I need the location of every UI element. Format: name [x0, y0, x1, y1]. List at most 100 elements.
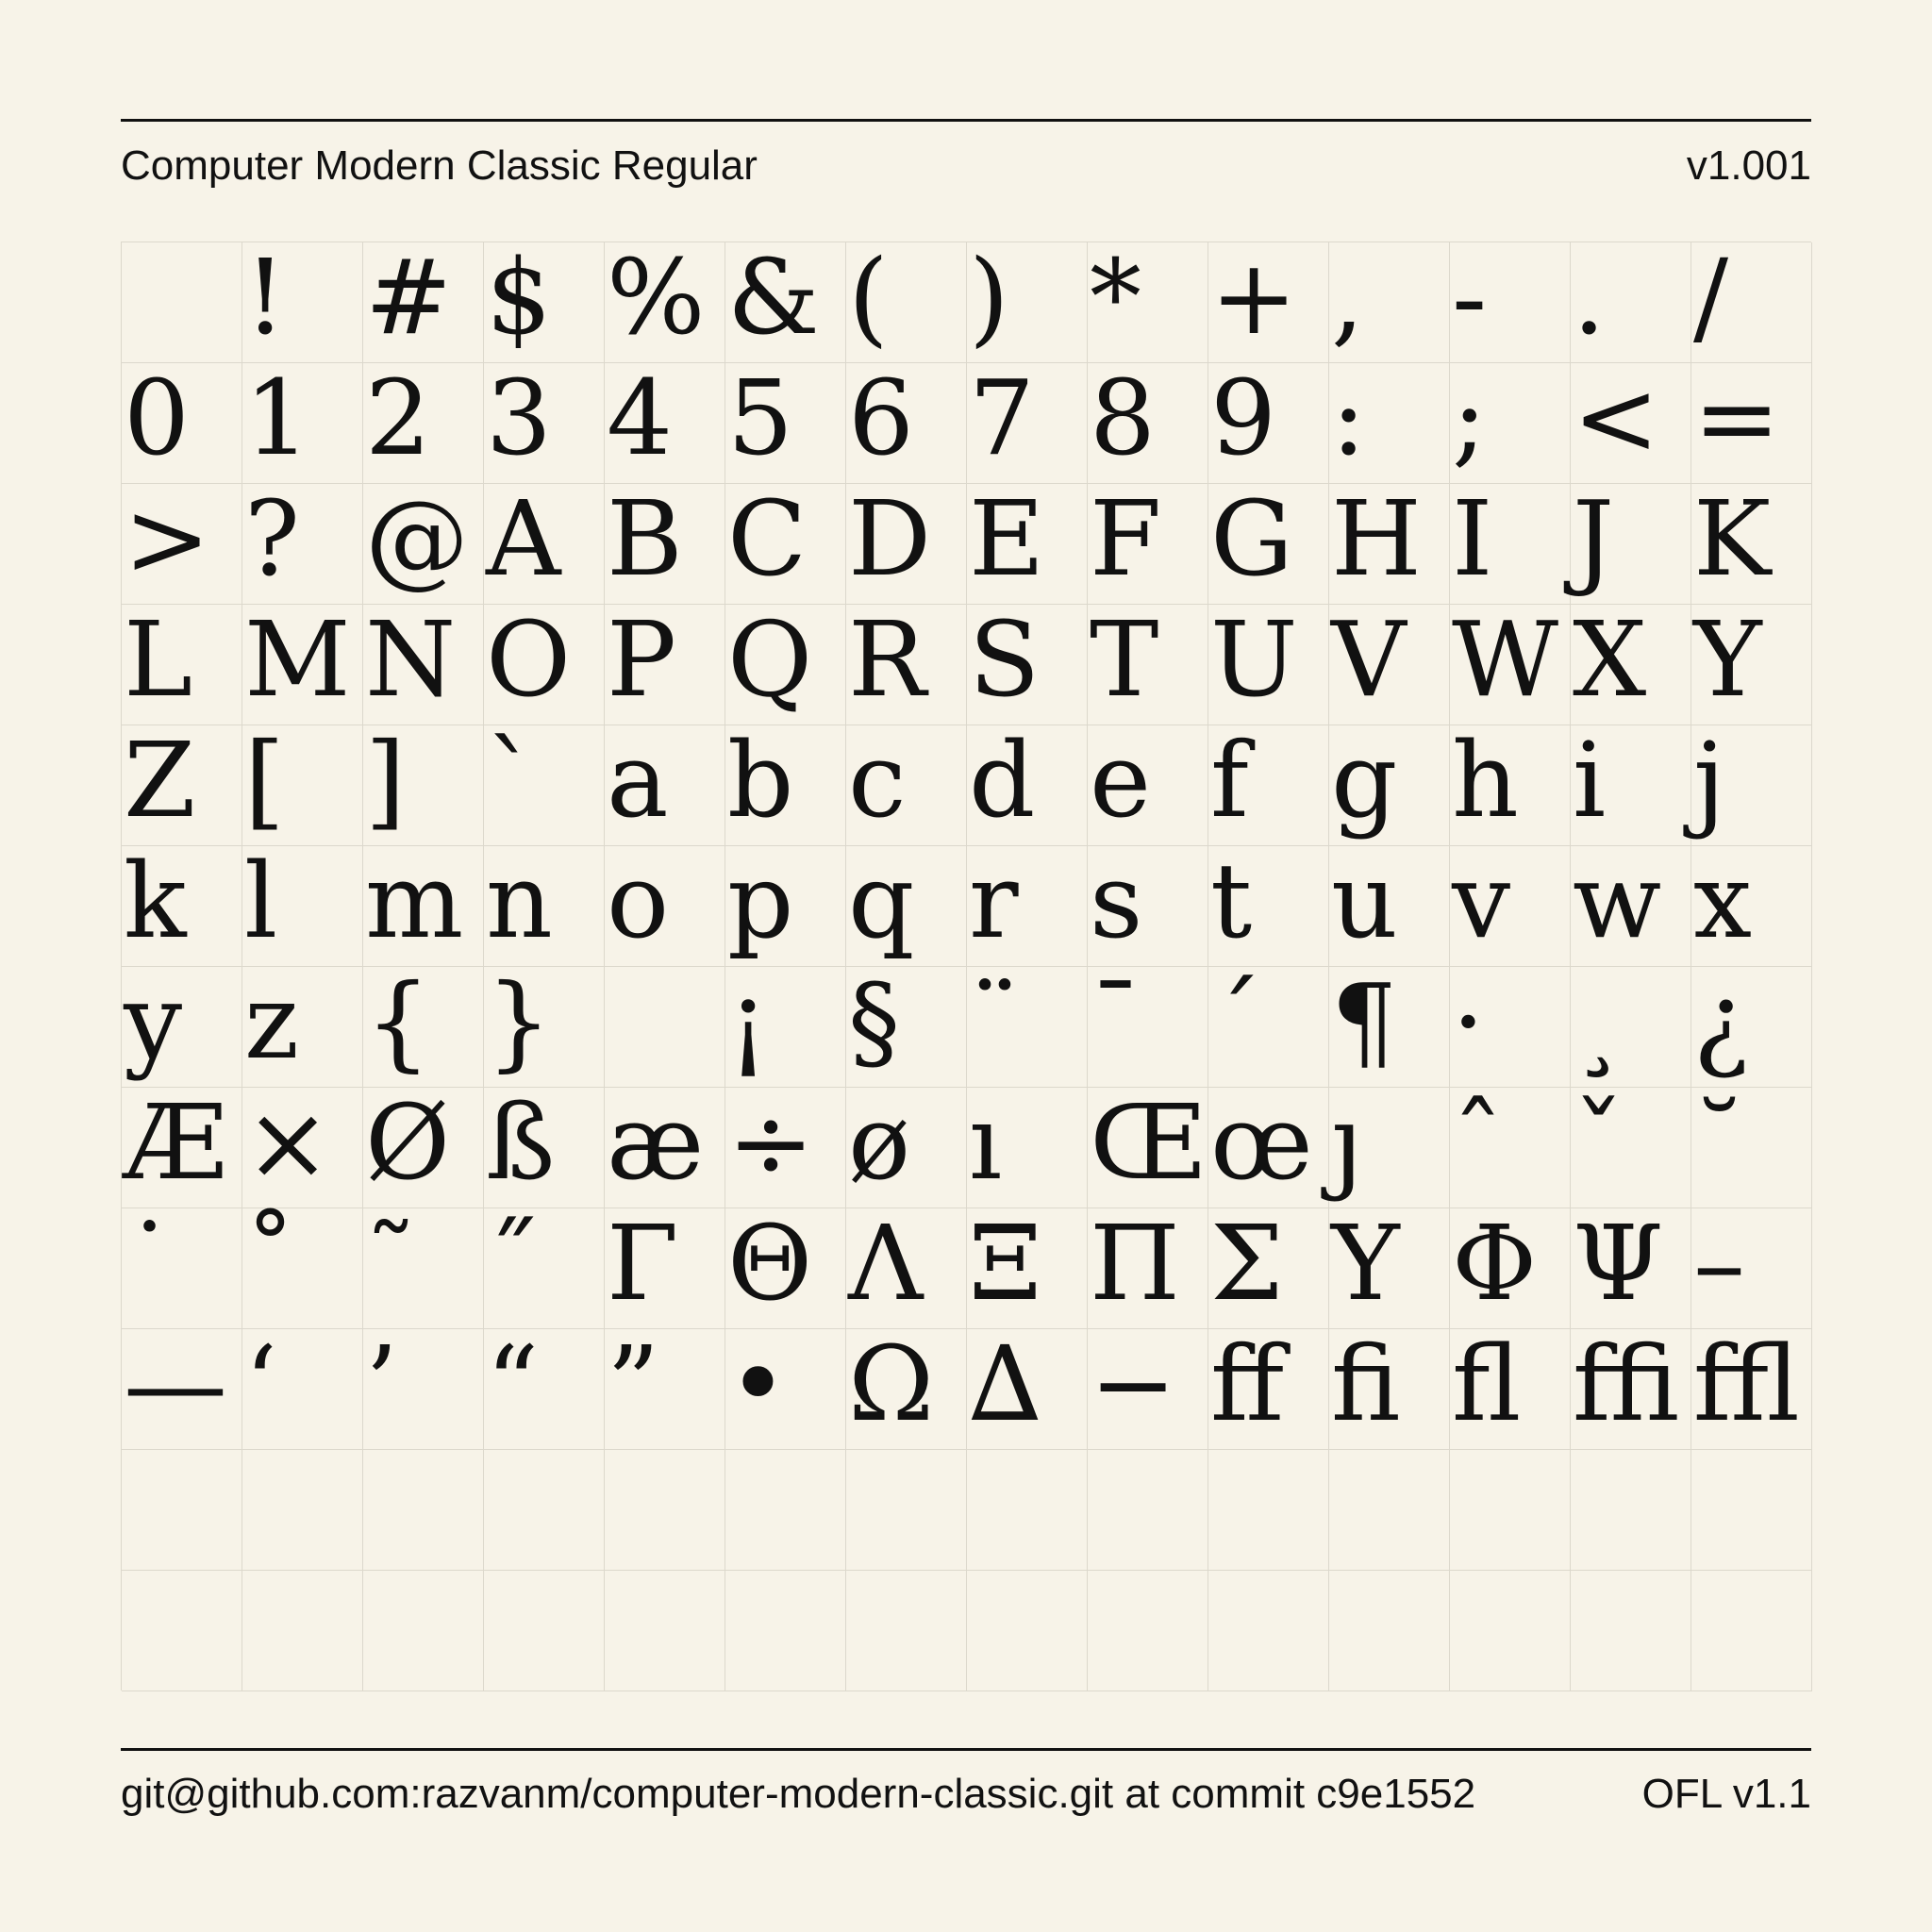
glyph: Z — [124, 720, 196, 841]
glyph: J — [1573, 478, 1615, 599]
glyph: X — [1573, 599, 1647, 720]
glyph-cell: ; — [1450, 363, 1571, 484]
glyph: ¸ — [1573, 961, 1624, 1082]
glyph: ] — [365, 720, 406, 841]
glyph-cell: u — [1329, 846, 1450, 967]
glyph-grid: ! # $% &() * +, -./0 1 2 3 4 5 6 7 8 9:; < = >? @ A B C D E F G H I J… — [121, 237, 1812, 1691]
glyph-cell: Φ — [1450, 1208, 1571, 1329]
glyph: z — [244, 961, 299, 1082]
glyph-cell: E — [967, 484, 1088, 605]
glyph: ﬁ — [1331, 1324, 1401, 1444]
glyph: 1 — [244, 358, 310, 478]
glyph: 7 — [969, 358, 1035, 478]
glyph-cell: 0 — [122, 363, 242, 484]
glyph: o — [607, 841, 670, 961]
glyph-cell: { — [363, 967, 484, 1088]
glyph: < — [1573, 358, 1660, 478]
glyph-cell — [1571, 1450, 1691, 1571]
glyph-cell: ´ — [1208, 967, 1329, 1088]
glyph: E — [969, 478, 1045, 599]
glyph: Π — [1090, 1203, 1180, 1324]
font-version: v1.001 — [1686, 142, 1811, 189]
glyph: b — [727, 720, 794, 841]
glyph-cell: — — [122, 1329, 242, 1450]
glyph: O — [486, 599, 572, 720]
glyph-cell: Ξ — [967, 1208, 1088, 1329]
glyph: ȷ — [1331, 1082, 1364, 1203]
glyph: * — [1090, 237, 1141, 358]
glyph-cell: 3 — [484, 363, 605, 484]
glyph: n — [486, 841, 553, 961]
glyph: ( — [848, 237, 889, 358]
glyph-cell: Θ — [725, 1208, 846, 1329]
glyph: Θ — [727, 1203, 813, 1324]
glyph-cell: S — [967, 605, 1088, 725]
glyph: { — [365, 961, 431, 1082]
glyph: ” — [607, 1324, 660, 1444]
glyph-cell: k — [122, 846, 242, 967]
glyph-cell: t — [1208, 846, 1329, 967]
glyph: [ — [244, 720, 285, 841]
glyph-cell: m — [363, 846, 484, 967]
glyph-cell — [1691, 1450, 1812, 1571]
glyph: ´ — [1210, 961, 1262, 1082]
glyph-cell — [242, 1571, 363, 1691]
glyph-cell: v — [1450, 846, 1571, 967]
glyph-cell: F — [1088, 484, 1208, 605]
glyph-cell: ﬁ — [1329, 1329, 1450, 1450]
glyph: , — [1331, 237, 1364, 358]
glyph-cell: ” — [605, 1329, 725, 1450]
glyph: $ — [486, 237, 552, 358]
glyph-cell: ﬀ — [1208, 1329, 1329, 1450]
glyph-cell: Q — [725, 605, 846, 725]
glyph-cell: y — [122, 967, 242, 1088]
glyph-cell: W — [1450, 605, 1571, 725]
glyph-cell: ¶ — [1329, 967, 1450, 1088]
glyph: c — [848, 720, 907, 841]
glyph: ! — [244, 237, 287, 358]
glyph: d — [969, 720, 1036, 841]
glyph-cell: * — [1088, 242, 1208, 363]
glyph-cell: $ — [484, 242, 605, 363]
glyph-cell — [605, 1571, 725, 1691]
glyph: ¶ — [1331, 961, 1397, 1082]
glyph-cell: ˇ — [1571, 1088, 1691, 1208]
glyph: N — [365, 599, 457, 720]
glyph: ˘ — [1693, 1082, 1745, 1203]
glyph: y — [124, 961, 183, 1082]
glyph-cell — [122, 242, 242, 363]
glyph: x — [1693, 841, 1753, 961]
glyph: g — [1331, 720, 1398, 841]
glyph: Σ — [1210, 1203, 1284, 1324]
glyph: 5 — [727, 358, 793, 478]
glyph-cell: N — [363, 605, 484, 725]
glyph: W — [1452, 599, 1559, 720]
glyph: h — [1452, 720, 1519, 841]
glyph-cell: : — [1329, 363, 1450, 484]
glyph: v — [1452, 841, 1511, 961]
glyph: - — [1452, 237, 1488, 358]
glyph-cell: C — [725, 484, 846, 605]
glyph: P — [607, 599, 677, 720]
glyph-cell — [967, 1450, 1088, 1571]
glyph-cell: 7 — [967, 363, 1088, 484]
glyph-cell: h — [1450, 725, 1571, 846]
glyph-cell: ﬄ — [1691, 1329, 1812, 1450]
glyph-cell — [605, 967, 725, 1088]
glyph-cell — [122, 1571, 242, 1691]
glyph: ø — [848, 1082, 911, 1203]
glyph: l — [244, 841, 278, 961]
glyph-cell: } — [484, 967, 605, 1088]
glyph-cell — [725, 1571, 846, 1691]
glyph: 9 — [1210, 358, 1276, 478]
glyph-cell — [1088, 1450, 1208, 1571]
glyph: L — [124, 599, 193, 720]
glyph: ¨ — [969, 961, 1021, 1082]
glyph-cell: A — [484, 484, 605, 605]
glyph-cell: – — [1691, 1208, 1812, 1329]
glyph-cell: Σ — [1208, 1208, 1329, 1329]
glyph-cell: K — [1691, 484, 1812, 605]
glyph-cell: % — [605, 242, 725, 363]
glyph: ﬃ — [1573, 1324, 1680, 1444]
glyph: & — [727, 237, 820, 358]
